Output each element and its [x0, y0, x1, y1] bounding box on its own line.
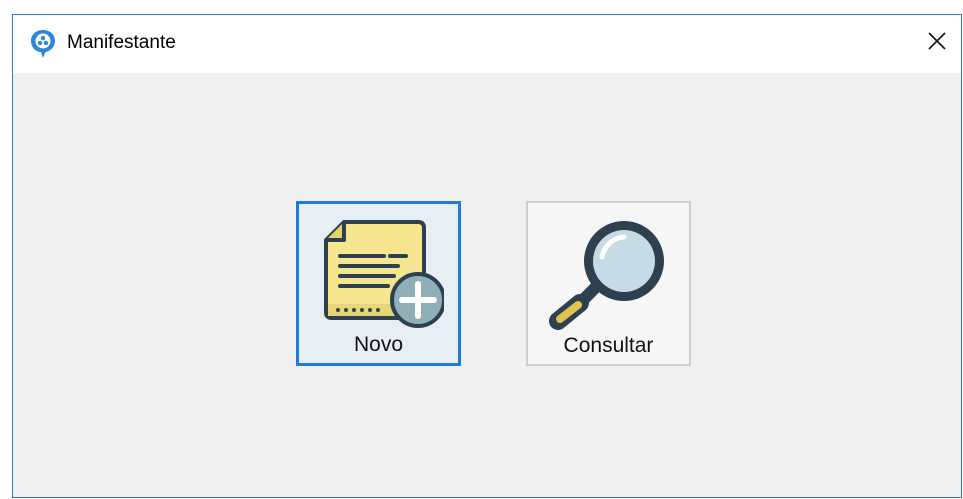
manifestante-window: Manifestante Novo Consultar: [12, 14, 962, 498]
new-document-icon: [314, 216, 446, 331]
consultar-button[interactable]: Consultar: [526, 201, 691, 366]
novo-button[interactable]: Novo: [296, 201, 461, 366]
window-title: Manifestante: [67, 32, 176, 53]
novo-label: Novo: [353, 333, 404, 356]
content-area: Novo Consultar: [13, 73, 961, 497]
consultar-label: Consultar: [563, 334, 654, 357]
chat-bubble-icon: [29, 28, 57, 60]
close-button[interactable]: [921, 27, 953, 59]
title-bar: Manifestante: [13, 15, 961, 73]
close-icon: [926, 30, 948, 57]
magnifier-icon: [544, 215, 674, 330]
